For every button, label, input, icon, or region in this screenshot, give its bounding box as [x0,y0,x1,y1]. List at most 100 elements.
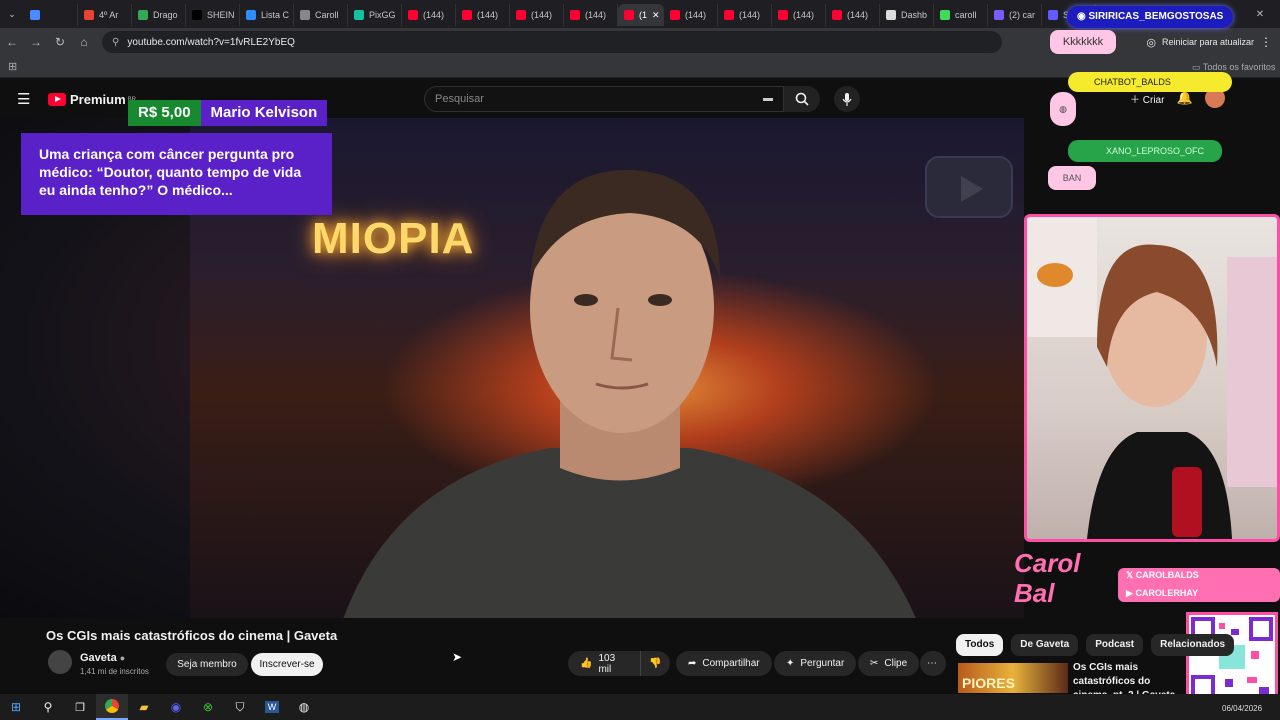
back-icon[interactable]: ← [0,35,24,49]
browser-tab[interactable]: (144) [826,4,880,26]
obs-icon: ◍ [298,700,310,714]
taskbar-word[interactable]: W [256,694,288,720]
browser-tab[interactable]: SHEIN [186,4,240,26]
browser-tab[interactable]: (144) [772,4,826,26]
related-thumb-text: PIORES [962,675,1015,691]
forward-icon[interactable]: → [24,35,48,49]
taskbar-explorer[interactable]: ▰ [128,694,160,720]
tab-favicon-icon [300,10,310,20]
channel-avatar[interactable] [48,650,72,674]
chip-de-gaveta[interactable]: De Gaveta [1011,634,1079,656]
tab-label: (144) [423,10,445,20]
related-filter-chips: Todos De Gaveta Podcast Relacionados [956,634,1235,656]
discord-icon: ◉ [170,700,182,714]
window-controls[interactable]: ✕ [1240,9,1280,20]
browser-tab[interactable]: PixGG [348,4,402,26]
taskbar-discord[interactable]: ◉ [160,694,192,720]
browser-tab[interactable]: (144) [510,4,564,26]
address-bar[interactable]: ⚲ youtube.com/watch?v=1fvRLE2YbEQ [102,31,1002,53]
dislike-button[interactable]: 👎 [640,651,670,676]
reload-icon[interactable]: ↻ [48,35,72,49]
chip-podcast[interactable]: Podcast [1086,634,1144,656]
taskbar-security[interactable]: ⛉ [224,694,256,720]
shield-icon: ⛉ [235,699,245,714]
hamburger-menu-icon[interactable]: ☰ [17,90,30,108]
tab-label: (144) [793,10,815,20]
start-button[interactable]: ⊞ [0,694,32,720]
chip-relacionados[interactable]: Relacionados [1151,634,1235,656]
join-button[interactable]: Seja membro [166,653,248,676]
taskbar-chrome[interactable] [96,694,128,720]
related-video-thumbnail[interactable]: PIORES [958,663,1068,693]
browser-tab[interactable]: Lista C [240,4,294,26]
chip-todos[interactable]: Todos [956,634,1004,656]
browser-tab[interactable]: Drago [132,4,186,26]
tab-label: PixGG [369,10,396,20]
more-actions-button[interactable]: ⋯ [920,651,946,676]
browser-tab[interactable]: (2) car [988,4,1042,26]
browser-tab[interactable]: (1 ✕ [618,4,664,26]
tab-favicon-icon [462,10,472,20]
tab-favicon-icon [832,10,842,20]
tab-favicon-icon [994,10,1004,20]
tab-favicon-icon [408,10,418,20]
browser-tab[interactable]: (144) [456,4,510,26]
streamer-figure [1027,217,1277,539]
taskbar-obs[interactable]: ◍ [288,694,320,720]
menu-dots-icon[interactable]: ⋮ [1260,35,1272,49]
social-x: 𝕏 CAROLBALDS [1126,570,1199,581]
browser-tab[interactable] [24,4,78,26]
tab-favicon-icon [84,10,94,20]
apps-grid-icon[interactable]: ⊞ [8,60,17,73]
tab-favicon-icon [1048,10,1058,20]
tab-label: (2) car [1009,10,1036,20]
youtube-logo[interactable]: Premium BR [48,92,136,107]
subscribe-button[interactable]: Inscrever-se [251,653,323,676]
subscriber-count: 1,41 mi de inscritos [80,667,149,676]
voice-search-button[interactable] [834,86,860,112]
taskbar-xbox[interactable]: ⊗ [192,694,224,720]
browser-tab[interactable]: 4º Ar [78,4,132,26]
task-view-button[interactable]: ❐ [64,694,96,720]
browser-tab[interactable]: (144) [402,4,456,26]
browser-tab[interactable]: (144) [664,4,718,26]
scissors-icon: ✂ [870,658,879,669]
clip-button[interactable]: ✂ Clipe [858,651,920,676]
search-button[interactable] [784,86,820,112]
search-placeholder: Pesquisar [435,93,484,105]
share-button[interactable]: ➦ Compartilhar [676,651,772,676]
share-icon: ➦ [688,658,697,669]
create-label: Criar [1142,94,1165,106]
tab-label: Lista C [261,10,290,20]
create-button[interactable]: ＋ Criar [1130,91,1164,106]
url-text: youtube.com/watch?v=1fvRLE2YbEQ [127,36,295,48]
tab-search-button[interactable]: ⌄ [0,3,24,25]
chat-badge-green: XANO_LEPROSO_OFC [1068,140,1222,162]
taskbar-search[interactable]: ⚲ [32,694,64,720]
tab-close-icon[interactable]: ✕ [652,10,660,21]
tab-label: 4º Ar [99,10,119,20]
social-x-handle: CAROLBALDS [1135,570,1199,580]
keyboard-icon[interactable]: ▬ [763,87,773,111]
ask-button[interactable]: ✦ Perguntar [774,651,857,676]
streamer-brand-panel: Carol Bal 𝕏 CAROLBALDS ▶ CAROLERHAY [1014,548,1280,614]
browser-tab[interactable]: (144) [718,4,772,26]
search-input[interactable]: Pesquisar ▬ [424,86,784,112]
chat-ban-message: BAN [1048,166,1096,190]
bell-icon: 🔔 [1176,90,1193,105]
social-yt-handle: CAROLERHAY [1135,588,1199,598]
profile-icon[interactable]: ◎ [1146,36,1156,49]
browser-tab[interactable]: caroll [934,4,988,26]
notifications-button[interactable]: 🔔 9+ [1176,84,1199,106]
like-button[interactable]: 👍 103 mil [568,651,640,676]
chat-username: SIRIRICAS_BEMGOSTOSAS [1088,11,1224,22]
browser-tab[interactable]: (144) [564,4,618,26]
browser-tab[interactable]: Caroll [294,4,348,26]
channel-name[interactable]: Gaveta ● [80,652,125,664]
browser-tab[interactable]: Dashb [880,4,934,26]
update-button[interactable]: ◎ Reiniciar para atualizar ⋮ [1146,35,1272,49]
site-info-icon[interactable]: ⚲ [112,37,119,48]
tabs-container: 4º Ar Drago SHEIN Lista C Caroll PixGG (144) (1… [24,2,1240,26]
home-icon[interactable]: ⌂ [72,35,96,49]
windows-icon: ⊞ [10,700,22,714]
